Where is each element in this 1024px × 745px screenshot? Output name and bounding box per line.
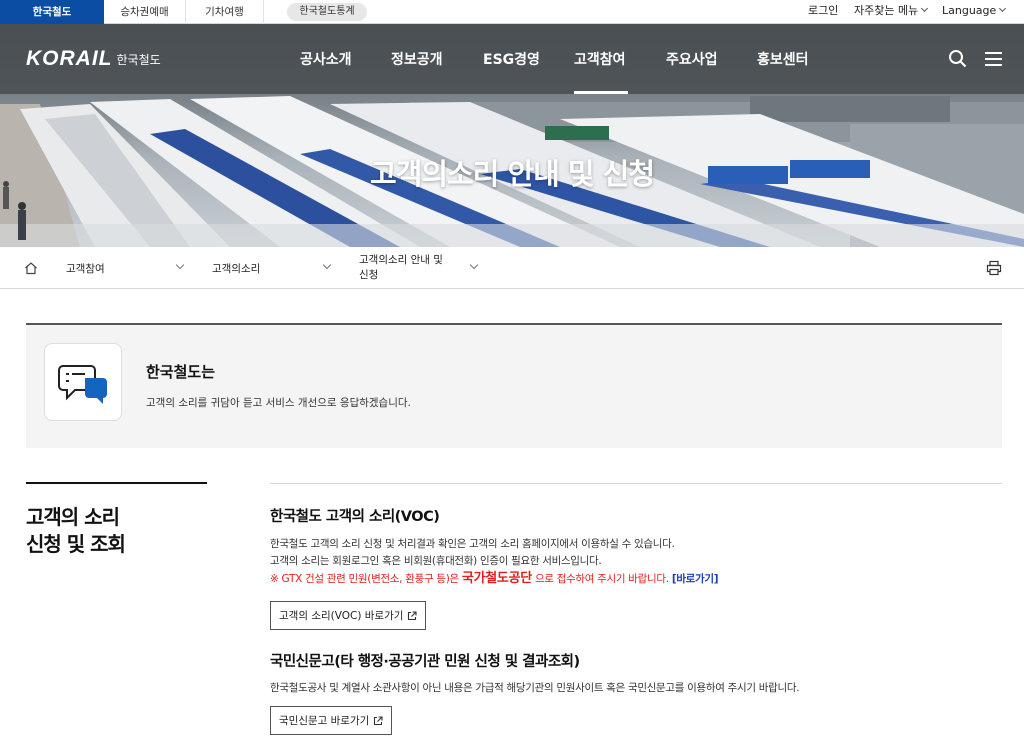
external-link-icon (374, 715, 383, 725)
chevron-down-icon (999, 4, 1007, 13)
global-navigation: KORAIL 한국철도 공사소개 정보공개 ESG경영 고객참여 주요사업 홍보… (0, 24, 1024, 94)
nav-business[interactable]: 주요사업 (666, 49, 718, 69)
nav-esg[interactable]: ESG경영 (483, 49, 540, 69)
utility-bar: 한국철도 승차권예매 기차여행 한국철도통계 로그인 자주찾는 메뉴 Langu… (0, 0, 1024, 24)
login-link[interactable]: 로그인 (808, 0, 838, 24)
voc-link-button[interactable]: 고객의 소리(VOC) 바로가기 (270, 601, 427, 630)
epeople-heading: 국민신문고(타 행정·공공기관 민원 신청 및 결과조회) (270, 654, 580, 670)
external-link-icon (408, 610, 417, 620)
util-tab-korail[interactable]: 한국철도 (0, 0, 104, 24)
active-nav-indicator (574, 91, 628, 94)
logo-wordmark: KORAIL (26, 47, 113, 70)
breadcrumb-item-current[interactable]: 고객의소리 안내 및 신청 (359, 247, 455, 289)
epeople-link-button[interactable]: 국민신문고 바로가기 (270, 706, 393, 735)
faq-menu-label: 자주찾는 메뉴 (854, 4, 919, 17)
hero-banner: KORAIL 한국철도 공사소개 정보공개 ESG경영 고객참여 주요사업 홍보… (0, 24, 1024, 247)
section-title-line2: 신청 및 조회 (26, 532, 126, 556)
breadcrumb-label: 고객의소리 (212, 262, 261, 275)
util-tab-travel[interactable]: 기차여행 (186, 0, 264, 24)
breadcrumb-label: 고객참여 (66, 262, 105, 275)
gtx-notice-tail: 으로 접수하여 주시기 바랍니다. (534, 573, 669, 585)
language-label: Language (942, 4, 997, 17)
epeople-desc: 한국철도공사 및 계열사 소관사항이 아닌 내용은 가급적 해당기관의 민원사이… (270, 682, 800, 694)
breadcrumb-item-voc[interactable]: 고객의소리 (212, 247, 332, 289)
faq-menu-dropdown[interactable]: 자주찾는 메뉴 (854, 0, 929, 24)
gtx-notice-text: ※ GTX 건설 관련 민원(변전소, 환풍구 등)은 (270, 573, 459, 585)
language-dropdown[interactable]: Language (942, 0, 1007, 24)
intro-icon-container (44, 343, 122, 421)
gtx-notice: ※ GTX 건설 관련 민원(변전소, 환풍구 등)은 국가철도공단 으로 접수… (270, 567, 719, 586)
voc-heading: 한국철도 고객의 소리(VOC) (270, 509, 440, 525)
intro-title: 한국철도는 (146, 363, 216, 381)
intro-description: 고객의 소리를 귀담아 듣고 서비스 개선으로 응답하겠습니다. (146, 397, 411, 409)
breadcrumb: 고객참여 고객의소리 고객의소리 안내 및 신청 (0, 247, 1024, 289)
breadcrumb-label: 고객의소리 안내 및 신청 (359, 254, 443, 281)
print-icon[interactable] (986, 260, 1002, 276)
home-icon[interactable] (24, 261, 38, 275)
breadcrumb-item-customer[interactable]: 고객참여 (66, 247, 186, 289)
nav-about[interactable]: 공사소개 (300, 49, 352, 69)
nav-pr-center[interactable]: 홍보센터 (757, 49, 809, 69)
section-title-line1: 고객의 소리 (26, 505, 120, 529)
rail-authority-link[interactable]: [바로가기] (672, 573, 719, 585)
chevron-down-icon (469, 260, 479, 270)
chevron-down-icon (921, 4, 929, 13)
search-icon[interactable] (948, 49, 968, 69)
nav-customer[interactable]: 고객참여 (574, 49, 626, 69)
content-divider (270, 483, 1002, 484)
util-tab-ticket[interactable]: 승차권예매 (104, 0, 186, 24)
speech-bubble-icon (58, 365, 107, 404)
korail-logo[interactable]: KORAIL 한국철도 (26, 46, 161, 72)
page-title: 고객의소리 안내 및 신청 (369, 157, 655, 191)
voc-desc-line1: 한국철도 고객의 소리 신청 및 처리결과 확인은 고객의 소리 홈페이지에서 … (270, 538, 675, 550)
epeople-link-label: 국민신문고 바로가기 (279, 715, 370, 727)
voc-link-label: 고객의 소리(VOC) 바로가기 (279, 610, 404, 622)
logo-subtitle: 한국철도 (116, 52, 161, 67)
nav-info-disclosure[interactable]: 정보공개 (391, 49, 443, 69)
section-divider (26, 482, 207, 484)
rail-authority-name: 국가철도공단 (461, 571, 532, 586)
section-title: 고객의 소리 신청 및 조회 (26, 504, 126, 558)
util-pill-statistics[interactable]: 한국철도통계 (287, 3, 367, 21)
voc-desc-line2: 고객의 소리는 회원로그인 혹은 비회원(휴대전화) 인증이 필요한 서비스입니… (270, 555, 602, 567)
menu-icon[interactable] (984, 49, 1004, 69)
intro-box: 한국철도는 고객의 소리를 귀담아 듣고 서비스 개선으로 응답하겠습니다. (26, 323, 1002, 448)
